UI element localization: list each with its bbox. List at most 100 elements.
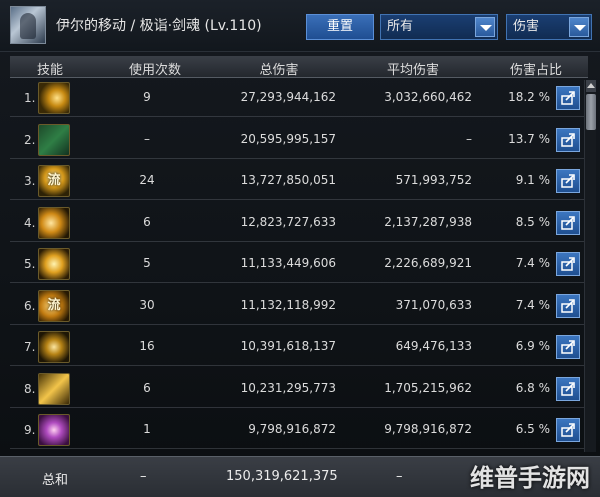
row-average-damage: 649,476,133 <box>395 339 472 353</box>
total-damage: 150,319,621,375 <box>226 469 338 484</box>
share-export-icon <box>561 91 575 105</box>
scope-dropdown-value: 所有 <box>387 19 414 34</box>
slash-skill-icon <box>38 82 70 114</box>
share-export-icon <box>561 340 575 354</box>
row-uses: 30 <box>139 297 155 312</box>
table-row: 5. 5 11,133,449,606 2,226,689,921 7.4 % <box>10 246 584 283</box>
row-uses: 9 <box>143 90 151 104</box>
skill-icon-glyph <box>39 374 69 404</box>
total-label: 总和 <box>42 473 69 488</box>
row-total-damage: 11,132,118,992 <box>240 297 336 312</box>
row-index: 2. <box>24 132 36 147</box>
row-total-damage: 9,798,916,872 <box>248 422 336 436</box>
metric-dropdown[interactable]: 伤害 <box>506 14 592 40</box>
flow-strike-skill-icon: 流 <box>38 165 70 197</box>
share-export-icon <box>561 381 575 396</box>
share-button[interactable] <box>556 293 580 318</box>
share-button[interactable] <box>556 418 580 442</box>
table-header: 技能 使用次数 总伤害 平均伤害 伤害占比 <box>10 56 588 78</box>
character-title: 伊尔的移动 / 极诣·剑魂 (Lv.110) <box>56 18 262 34</box>
damage-stats-window: 伊尔的移动 / 极诣·剑魂 (Lv.110) 重置 所有 伤害 技能 使用次数 … <box>0 0 600 497</box>
row-index: 7. <box>24 340 36 354</box>
share-export-icon <box>561 257 575 271</box>
metric-dropdown-value: 伤害 <box>513 19 540 34</box>
row-uses: 1 <box>143 422 151 436</box>
row-total-damage: 12,823,727,633 <box>240 214 336 229</box>
burst-slash-skill-icon <box>38 248 70 280</box>
row-damage-share: 8.5 % <box>515 214 550 229</box>
row-uses: 6 <box>143 214 151 229</box>
skill-icon-glyph: 流 <box>47 297 61 313</box>
row-damage-share: 6.8 % <box>515 380 550 395</box>
row-total-damage: 13,727,850,051 <box>240 173 336 187</box>
row-average-damage: 9,798,916,872 <box>384 422 472 436</box>
table-row: 4. 6 12,823,727,633 2,137,287,938 8.5 % <box>10 205 584 242</box>
total-average: – <box>396 469 403 484</box>
table-row: 8. 6 10,231,295,773 1,705,215,962 6.8 % <box>10 371 584 408</box>
chevron-down-icon[interactable] <box>475 17 495 37</box>
table-row: 1. 9 27,293,944,162 3,032,660,462 18.2 % <box>10 80 584 117</box>
row-average-damage: 1,705,215,962 <box>384 380 472 395</box>
share-export-icon <box>561 215 575 230</box>
row-total-damage: 10,391,618,137 <box>240 339 336 353</box>
row-uses: 24 <box>139 173 155 187</box>
share-export-icon <box>561 174 575 188</box>
row-uses: 16 <box>139 339 155 353</box>
chevron-down-icon[interactable] <box>569 17 589 37</box>
row-average-damage: 2,137,287,938 <box>384 214 472 229</box>
row-average-damage: 571,993,752 <box>395 173 472 187</box>
row-damage-share: 7.4 % <box>515 297 550 312</box>
total-uses: – <box>140 469 147 484</box>
row-average-damage: – <box>466 131 472 146</box>
character-avatar <box>10 6 46 44</box>
row-total-damage: 20,595,995,157 <box>240 131 336 146</box>
reset-button[interactable]: 重置 <box>306 14 374 40</box>
row-index: 1. <box>24 91 36 105</box>
share-button[interactable] <box>556 86 580 110</box>
share-button[interactable] <box>556 376 580 401</box>
row-damage-share: 6.9 % <box>515 339 550 353</box>
share-button[interactable] <box>556 169 580 193</box>
row-uses: 6 <box>143 380 151 395</box>
column-damage-share[interactable]: 伤害占比 <box>484 59 588 78</box>
share-button[interactable] <box>556 252 580 276</box>
row-uses: – <box>144 131 150 146</box>
row-average-damage: 2,226,689,921 <box>384 256 472 270</box>
row-total-damage: 10,231,295,773 <box>240 380 336 395</box>
scope-dropdown[interactable]: 所有 <box>380 14 498 40</box>
window-header: 伊尔的移动 / 极诣·剑魂 (Lv.110) 重置 所有 伤害 <box>0 0 600 52</box>
share-button[interactable] <box>556 127 580 152</box>
row-index: 4. <box>24 215 36 230</box>
column-average-damage[interactable]: 平均伤害 <box>350 59 476 78</box>
wave-slash-skill-icon <box>38 206 70 239</box>
scroll-thumb[interactable] <box>586 94 596 130</box>
share-button[interactable] <box>556 335 580 359</box>
scroll-up-button[interactable] <box>586 80 596 92</box>
table-scrollbar[interactable] <box>584 80 596 452</box>
column-uses[interactable]: 使用次数 <box>100 59 210 78</box>
blade-rain-skill-icon <box>38 372 70 405</box>
green-sword-skill-icon <box>38 123 70 156</box>
table-row: 6. 流 30 11,132,118,992 371,070,633 7.4 % <box>10 288 584 325</box>
skill-icon-glyph <box>39 332 69 362</box>
column-skill[interactable]: 技能 <box>20 59 80 78</box>
table-row: 7. 16 10,391,618,137 649,476,133 6.9 % <box>10 329 584 366</box>
table-row: 3. 流 24 13,727,850,051 571,993,752 9.1 % <box>10 163 584 200</box>
row-average-damage: 371,070,633 <box>395 297 472 312</box>
row-index: 3. <box>24 174 36 188</box>
skill-icon-glyph <box>39 208 69 238</box>
skill-icon-glyph <box>39 125 69 155</box>
row-total-damage: 11,133,449,606 <box>240 256 336 270</box>
row-damage-share: 13.7 % <box>508 131 550 146</box>
watermark: 维普手游网 <box>470 464 590 492</box>
skill-icon-glyph <box>39 415 69 445</box>
crescent-skill-icon <box>38 331 70 363</box>
row-average-damage: 3,032,660,462 <box>384 90 472 104</box>
row-damage-share: 18.2 % <box>508 90 550 104</box>
row-damage-share: 7.4 % <box>515 256 550 270</box>
row-index: 5. <box>24 257 36 271</box>
skill-icon-glyph <box>39 249 69 279</box>
row-index: 9. <box>24 423 36 437</box>
share-button[interactable] <box>556 210 580 235</box>
column-total-damage[interactable]: 总伤害 <box>216 59 342 78</box>
